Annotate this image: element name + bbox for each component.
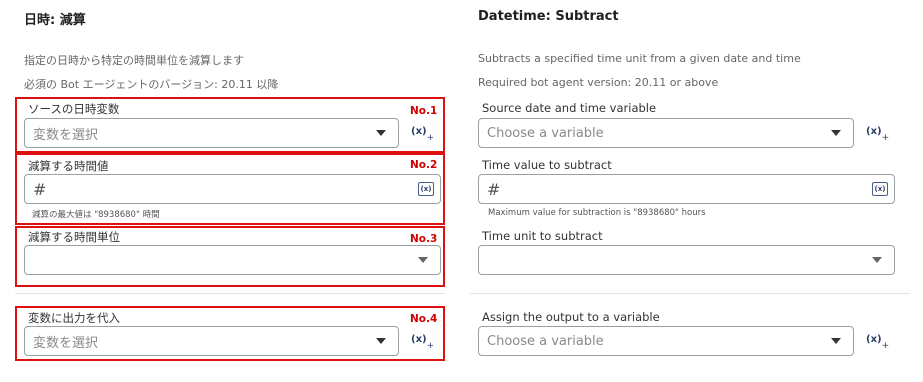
value-hint-en: Maximum value for subtraction is "893868… [488, 208, 706, 218]
page-title-en: Datetime: Subtract [478, 9, 619, 24]
unit-label-en: Time unit to subtract [482, 229, 603, 243]
chevron-down-icon [831, 338, 841, 344]
chevron-down-icon [872, 257, 882, 263]
output-placeholder-en: Choose a variable [487, 333, 604, 349]
time-unit-select-en[interactable] [478, 245, 895, 275]
section-divider-jp [15, 293, 445, 294]
version-jp: 必須の Bot エージェントのバージョン: 20.11 以降 [24, 78, 279, 91]
insert-variable-icon[interactable]: (x)+ [866, 126, 889, 143]
chevron-down-icon [831, 130, 841, 136]
highlight-box-4 [15, 306, 445, 361]
tag-no4: No.4 [410, 313, 438, 325]
highlight-box-2 [15, 153, 445, 225]
output-label-en: Assign the output to a variable [482, 310, 660, 324]
page-title-jp: 日時: 減算 [24, 13, 86, 28]
highlight-box-3 [15, 226, 445, 287]
source-label-en: Source date and time variable [482, 101, 657, 115]
insert-variable-icon[interactable]: (x)+ [866, 334, 889, 351]
value-label-en: Time value to subtract [482, 158, 612, 172]
description-jp: 指定の日時から特定の時間単位を減算します [24, 54, 244, 67]
variable-box-icon[interactable]: (x) [872, 182, 888, 196]
hash-icon: # [487, 179, 501, 199]
tag-no1: No.1 [410, 105, 438, 117]
highlight-box-1 [15, 97, 445, 153]
tag-no2: No.2 [410, 159, 438, 171]
source-placeholder-en: Choose a variable [487, 125, 604, 141]
description-en: Subtracts a specified time unit from a g… [478, 52, 801, 65]
time-value-input-en[interactable]: # (x) [478, 174, 895, 204]
tag-no3: No.3 [410, 233, 438, 245]
source-variable-select-en[interactable]: Choose a variable [478, 118, 854, 148]
version-en: Required bot agent version: 20.11 or abo… [478, 76, 719, 89]
section-divider-en [470, 293, 910, 294]
output-variable-select-en[interactable]: Choose a variable [478, 326, 854, 356]
